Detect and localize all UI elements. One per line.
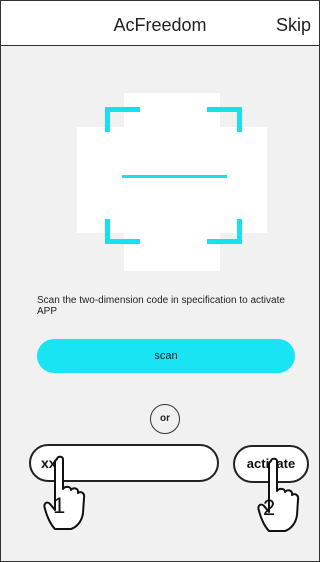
pointing-hand-icon: [255, 457, 301, 537]
app-title: AcFreedom: [113, 15, 207, 35]
scan-button[interactable]: scan: [37, 339, 295, 373]
scan-line: [122, 175, 227, 178]
viewfinder-corner-top-left: [105, 107, 140, 132]
viewfinder-corner-bottom-left: [105, 219, 140, 244]
viewfinder-corner-top-right: [207, 107, 242, 132]
title-bar: AcFreedom Skip: [1, 1, 319, 46]
qr-scanner-viewfinder: [77, 93, 267, 271]
step-number-1: 1: [53, 493, 66, 518]
viewfinder-area: [77, 127, 267, 233]
viewfinder-corner-bottom-right: [207, 219, 242, 244]
or-divider: or: [150, 404, 180, 434]
skip-button[interactable]: Skip: [276, 15, 311, 36]
scan-instruction: Scan the two-dimension code in specifica…: [37, 295, 285, 317]
step-number-2: 2: [263, 495, 276, 520]
app-screen: AcFreedom Skip Scan the two-dimension co…: [0, 0, 320, 562]
